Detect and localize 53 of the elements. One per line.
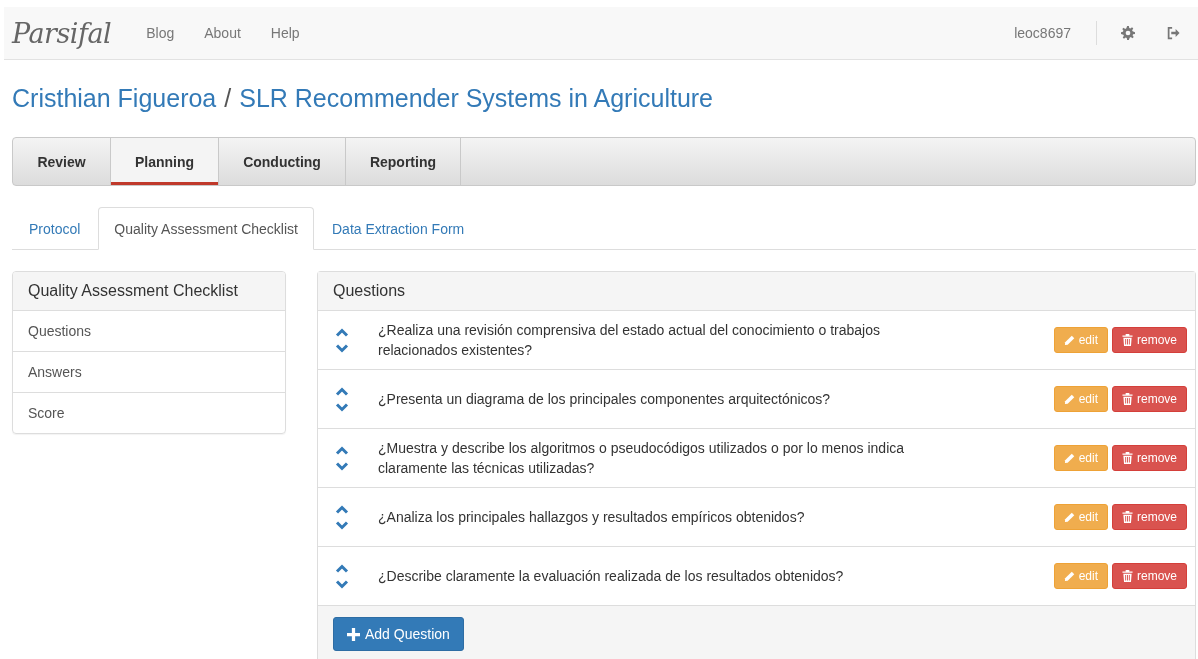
panel-heading: Questions [318, 272, 1195, 311]
plus-icon [347, 627, 360, 641]
panel-heading: Quality Assessment Checklist [13, 272, 285, 311]
logout-icon[interactable] [1166, 26, 1180, 40]
trash-icon [1122, 393, 1133, 405]
pencil-icon [1063, 334, 1075, 346]
sub-tab[interactable]: Protocol [13, 207, 97, 250]
remove-button[interactable]: remove [1112, 563, 1187, 589]
question-text: ¿Realiza una revisión comprensiva del estado actual del conocimiento o trabajos relacionados existentes? [378, 321, 881, 360]
sidebar-item[interactable]: Answers [13, 351, 285, 392]
brand-logo[interactable]: Parsifal [12, 17, 112, 49]
trash-icon [1122, 511, 1133, 523]
sidebar-item[interactable]: Score [13, 392, 285, 433]
main-tab[interactable]: Planning [111, 138, 220, 185]
review-link[interactable]: SLR Recommender Systems in Agriculture [239, 84, 713, 113]
chevron-down-icon[interactable] [335, 579, 349, 589]
chevron-down-icon[interactable] [335, 461, 349, 471]
remove-button[interactable]: remove [1112, 504, 1187, 530]
chevron-up-icon[interactable] [335, 445, 349, 455]
sub-tab[interactable]: Quality Assessment Checklist [98, 207, 314, 250]
main-tab[interactable]: Reporting [345, 138, 461, 185]
nav-link[interactable]: Blog [131, 25, 190, 41]
pencil-icon [1063, 511, 1075, 523]
chevron-down-icon[interactable] [335, 520, 349, 530]
sub-tab[interactable]: Data Extraction Form [316, 207, 481, 250]
remove-button[interactable]: remove [1112, 327, 1187, 353]
chevron-up-icon[interactable] [335, 504, 349, 514]
remove-button[interactable]: remove [1112, 386, 1187, 412]
main-tab[interactable]: Conducting [219, 138, 346, 185]
remove-button[interactable]: remove [1112, 445, 1187, 471]
nav-link[interactable]: Help [255, 25, 315, 41]
settings-icon[interactable] [1121, 26, 1135, 40]
pencil-icon [1063, 393, 1075, 405]
nav-link[interactable]: About [189, 25, 256, 41]
question-text: ¿Analiza los principales hallazgos y resultados empíricos obtenidos? [378, 508, 806, 527]
chevron-up-icon[interactable] [335, 563, 349, 573]
chevron-up-icon[interactable] [335, 327, 349, 337]
breadcrumb-separator: / [224, 84, 232, 113]
question-text: ¿Presenta un diagrama de los principales componentes arquitectónicos? [378, 390, 832, 409]
chevron-down-icon[interactable] [335, 343, 349, 353]
add-question-button[interactable]: Add Question [333, 617, 464, 651]
user-link[interactable]: leoc8697 [999, 25, 1086, 41]
pencil-icon [1063, 570, 1075, 582]
chevron-up-icon[interactable] [335, 386, 349, 396]
question-text: ¿Muestra y describe los algoritmos o pseudocódigos utilizados o por lo menos indica claramente las técnicas utilizadas? [378, 439, 906, 478]
sidebar-item[interactable]: Questions [13, 311, 285, 351]
trash-icon [1122, 570, 1133, 582]
owner-link[interactable]: Cristhian Figueroa [12, 84, 217, 113]
trash-icon [1122, 334, 1133, 346]
trash-icon [1122, 452, 1133, 464]
pencil-icon [1063, 452, 1075, 464]
question-text: ¿Describe claramente la evaluación realizada de los resultados obtenidos? [378, 567, 845, 586]
chevron-down-icon[interactable] [335, 402, 349, 412]
